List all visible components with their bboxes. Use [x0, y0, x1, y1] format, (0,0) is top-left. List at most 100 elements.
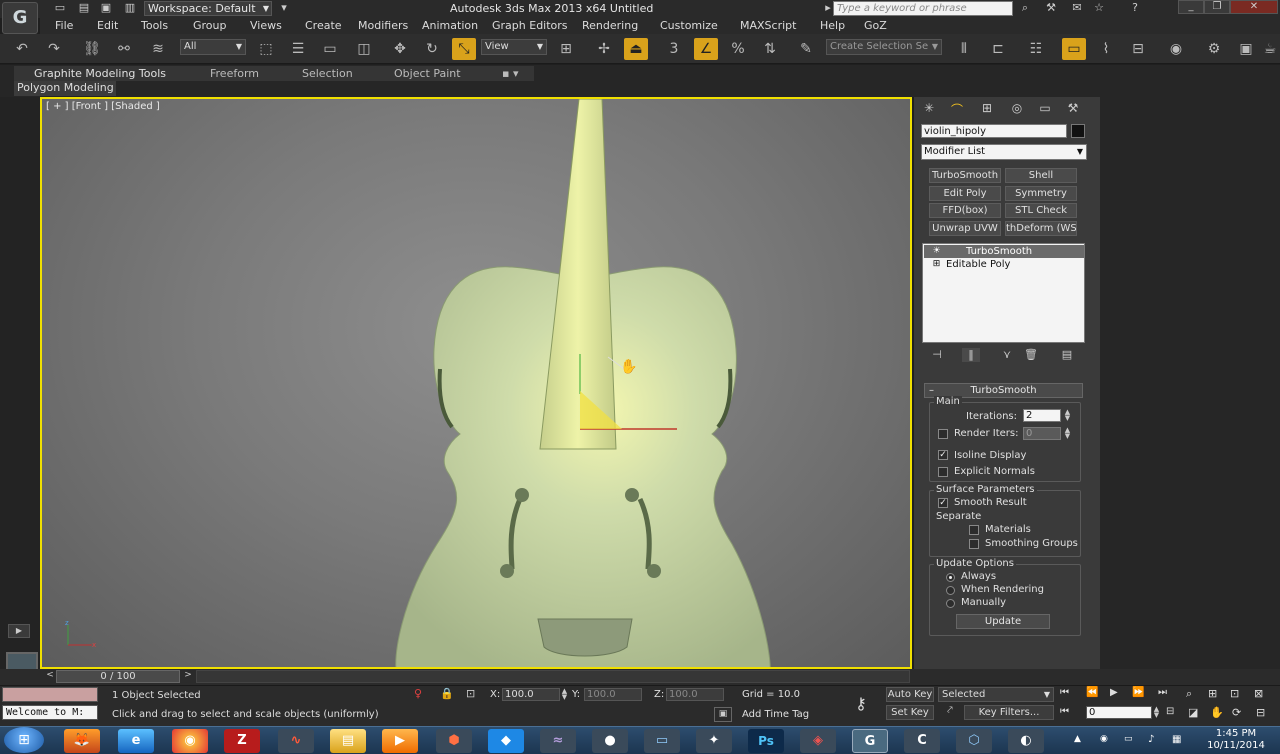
- menu-graph-editors[interactable]: Graph Editors: [492, 19, 568, 32]
- thdeform-button[interactable]: thDeform (WSI: [1005, 221, 1077, 236]
- app-logo-icon[interactable]: G: [2, 2, 38, 34]
- percent-snap-icon[interactable]: %: [726, 38, 750, 60]
- internet-explorer-icon[interactable]: e: [118, 729, 154, 753]
- binoculars-icon[interactable]: ⌕: [1016, 1, 1034, 15]
- workspace-dropdown[interactable]: Workspace: Default ▼: [144, 1, 272, 16]
- motion-tab-icon[interactable]: ◎: [1006, 101, 1028, 119]
- redo-icon[interactable]: ↷: [42, 38, 66, 60]
- restore-button[interactable]: ❐: [1204, 0, 1230, 14]
- zoom-icon[interactable]: ⌕: [1186, 687, 1204, 701]
- spinner-arrows-icon[interactable]: ▲ ▼: [1063, 427, 1072, 440]
- orbit-icon[interactable]: ⟳: [1232, 706, 1250, 720]
- named-selection-dropdown[interactable]: Create Selection Se ▼: [826, 39, 942, 55]
- maximize-viewport-icon[interactable]: ⊟: [1256, 706, 1274, 720]
- network-icon[interactable]: ▦: [1172, 734, 1186, 746]
- violin-model[interactable]: ✋: [42, 99, 910, 667]
- tab-graphite-modeling-tools[interactable]: Graphite Modeling Tools: [34, 67, 166, 80]
- app-icon[interactable]: ⬢: [436, 729, 472, 753]
- app-icon[interactable]: C: [904, 729, 940, 753]
- system-clock[interactable]: 1:45 PM 10/11/2014: [1196, 728, 1276, 752]
- x-coordinate-input[interactable]: 100.0: [502, 688, 560, 701]
- spinner-arrows-icon[interactable]: ▲ ▼: [1063, 409, 1072, 422]
- rotate-icon[interactable]: ↻: [420, 38, 444, 60]
- smooth-result-checkbox[interactable]: ✓: [938, 498, 948, 508]
- app-icon[interactable]: ◈: [800, 729, 836, 753]
- subscription-icon[interactable]: ⚒: [1042, 1, 1060, 15]
- menu-create[interactable]: Create: [305, 19, 342, 32]
- show-end-result-icon[interactable]: ‖: [962, 348, 980, 362]
- schematic-view-icon[interactable]: ⊟: [1126, 38, 1150, 60]
- pan-view-icon[interactable]: ✋: [1210, 706, 1228, 720]
- file-explorer-icon[interactable]: ▤: [330, 729, 366, 753]
- play-preview-icon[interactable]: ▶: [8, 624, 30, 638]
- spinner-arrows-icon[interactable]: ▲ ▼: [1152, 706, 1161, 719]
- layer-manager-icon[interactable]: ☷: [1024, 38, 1048, 60]
- absolute-mode-icon[interactable]: ⊡: [466, 687, 480, 701]
- app-icon[interactable]: ⬡: [956, 729, 992, 753]
- undo-icon[interactable]: ↶: [10, 38, 34, 60]
- menu-file[interactable]: File: [55, 19, 73, 32]
- quick-access-menu-icon[interactable]: ▾: [276, 1, 292, 15]
- open-file-icon[interactable]: ▤: [76, 1, 92, 15]
- z-coordinate-input[interactable]: 100.0: [666, 688, 724, 701]
- select-by-name-icon[interactable]: ☰: [286, 38, 310, 60]
- symmetry-button[interactable]: Symmetry: [1005, 186, 1077, 201]
- turbosmooth-button[interactable]: TurboSmooth: [929, 168, 1001, 183]
- materials-checkbox[interactable]: [969, 525, 979, 535]
- menu-goz[interactable]: GoZ: [864, 19, 887, 32]
- chrome-icon[interactable]: ◉: [172, 729, 208, 753]
- align-icon[interactable]: ⊏: [986, 38, 1010, 60]
- app-icon[interactable]: ✦: [696, 729, 732, 753]
- set-keys-key-icon[interactable]: ⚷: [846, 694, 876, 713]
- project-folder-icon[interactable]: ▥: [122, 1, 138, 15]
- display-tab-icon[interactable]: ▭: [1034, 101, 1056, 119]
- explicit-normals-checkbox[interactable]: [938, 467, 948, 477]
- menu-customize[interactable]: Customize: [660, 19, 718, 32]
- always-radio[interactable]: [946, 573, 955, 582]
- rendered-frame-icon[interactable]: ▣: [1234, 38, 1258, 60]
- tab-object-paint[interactable]: Object Paint: [394, 67, 461, 80]
- select-object-icon[interactable]: ⬚: [254, 38, 278, 60]
- polygon-modeling-panel[interactable]: Polygon Modeling: [14, 81, 116, 96]
- tab-selection[interactable]: Selection: [302, 67, 353, 80]
- next-frame-arrow-icon[interactable]: >: [182, 670, 194, 683]
- render-setup-icon[interactable]: ⚙: [1202, 38, 1226, 60]
- time-tag-icon[interactable]: ▣: [714, 707, 732, 722]
- start-button[interactable]: ⊞: [4, 727, 44, 753]
- bind-space-warp-icon[interactable]: ≋: [146, 38, 170, 60]
- move-icon[interactable]: ✥: [388, 38, 412, 60]
- photoshop-icon[interactable]: Ps: [748, 729, 784, 753]
- filezilla-icon[interactable]: Z: [224, 729, 260, 753]
- help-icon[interactable]: ?: [1126, 1, 1144, 15]
- remove-modifier-icon[interactable]: 🗑: [1022, 348, 1040, 362]
- go-to-start-icon[interactable]: ⏮: [1060, 687, 1080, 701]
- communication-icon[interactable]: ✉: [1068, 1, 1086, 15]
- search-input[interactable]: Type a keyword or phrase: [833, 1, 1013, 16]
- lightbulb-icon[interactable]: ☀: [932, 247, 941, 256]
- app-icon[interactable]: ∿: [278, 729, 314, 753]
- favorites-star-icon[interactable]: ☆: [1090, 1, 1108, 15]
- manually-radio[interactable]: [946, 599, 955, 608]
- window-crossing-icon[interactable]: ◫: [352, 38, 376, 60]
- selection-filter-dropdown[interactable]: All ▼: [180, 39, 246, 55]
- smoothing-groups-checkbox[interactable]: [969, 539, 979, 549]
- configure-modifier-sets-icon[interactable]: ▤: [1058, 348, 1076, 362]
- default-tangent-icon[interactable]: ⤤: [940, 705, 960, 720]
- zoom-extents-icon[interactable]: ⊡: [1230, 687, 1248, 701]
- unlink-icon[interactable]: ⚯: [112, 38, 136, 60]
- stl-check-button[interactable]: STL Check: [1005, 203, 1077, 218]
- time-slider[interactable]: 0 / 100: [56, 670, 180, 683]
- key-filters-button[interactable]: Key Filters...: [964, 705, 1054, 720]
- pivot-center-icon[interactable]: ⊞: [554, 38, 578, 60]
- ffd-box-button[interactable]: FFD(box): [929, 203, 1001, 218]
- menu-group[interactable]: Group: [193, 19, 227, 32]
- key-mode-dropdown[interactable]: Selected ▼: [938, 687, 1054, 702]
- tray-arrow-icon[interactable]: ▲: [1074, 734, 1086, 746]
- manipulate-icon[interactable]: ✢: [592, 38, 616, 60]
- angle-snap-icon[interactable]: ∠: [694, 38, 718, 60]
- isolate-selection-icon[interactable]: ♀: [414, 687, 428, 701]
- create-tab-icon[interactable]: ✳: [918, 101, 940, 119]
- app-icon[interactable]: ◐: [1008, 729, 1044, 753]
- curve-editor-icon[interactable]: ⌇: [1094, 38, 1118, 60]
- object-color-swatch[interactable]: [1071, 124, 1085, 138]
